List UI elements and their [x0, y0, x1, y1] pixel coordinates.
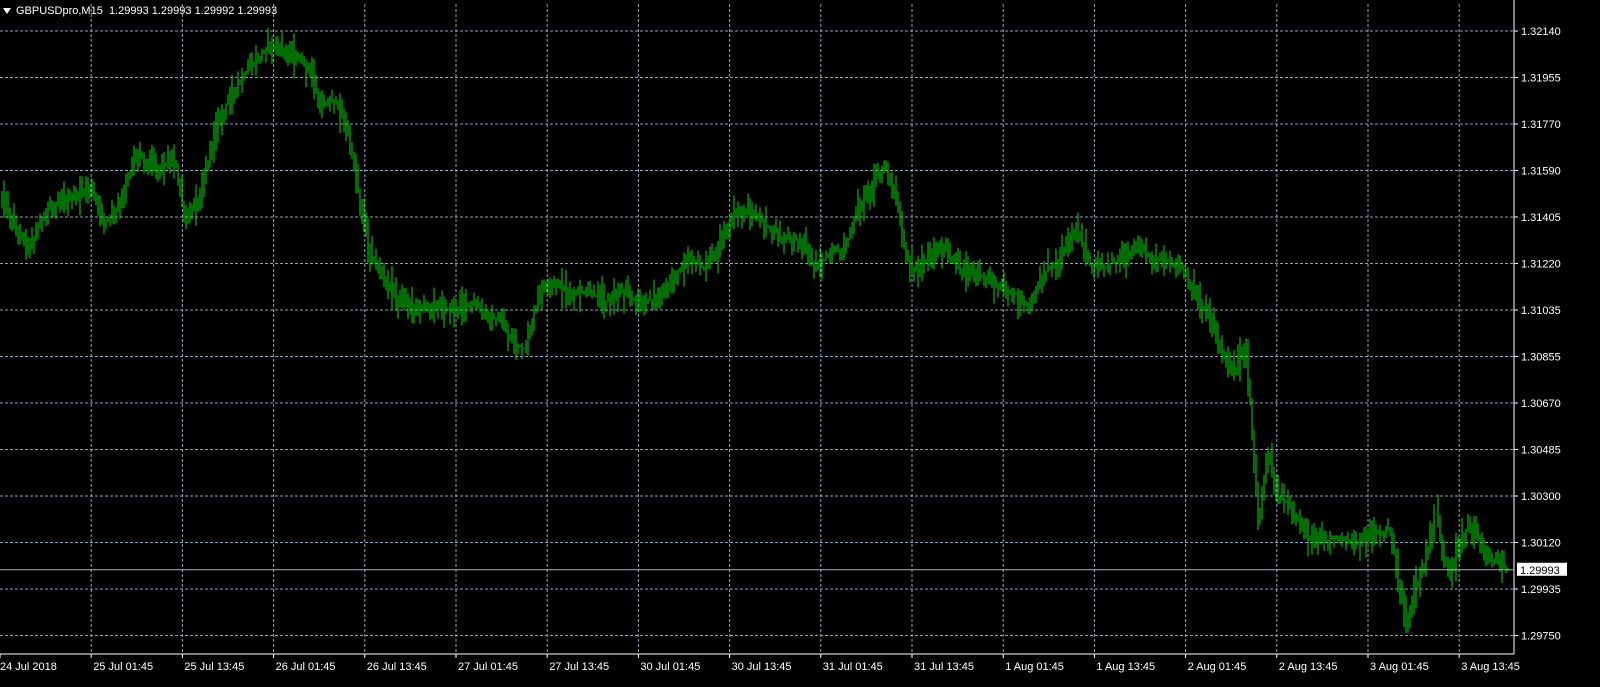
y-tick-label: 1.31955 [1521, 73, 1561, 85]
price-chart[interactable]: 1.32140 1.31955 1.31770 1.31590 1.31405 1.312… [0, 0, 1600, 687]
y-tick-label: 1.31405 [1521, 212, 1561, 224]
y-tick-label: 1.31590 [1521, 166, 1561, 178]
y-tick-label: 1.29935 [1521, 584, 1561, 596]
x-tick-label: 26 Jul 13:45 [367, 661, 427, 673]
bid-price-label: 1.29993 [1520, 565, 1560, 577]
y-tick-label: 1.31035 [1521, 305, 1561, 317]
x-tick-label: 2 Aug 13:45 [1279, 661, 1338, 673]
chart-menu-triangle-icon[interactable] [3, 8, 11, 14]
y-tick-label: 1.29750 [1521, 631, 1561, 643]
x-tick-label: 3 Aug 01:45 [1370, 661, 1429, 673]
x-tick-label: 30 Jul 13:45 [732, 661, 792, 673]
x-tick-label: 30 Jul 01:45 [640, 661, 700, 673]
y-tick-label: 1.30485 [1521, 445, 1561, 457]
chart-window[interactable]: 1.32140 1.31955 1.31770 1.31590 1.31405 1.312… [0, 0, 1600, 687]
y-tick-label: 1.30855 [1521, 352, 1561, 364]
x-tick-label: 25 Jul 01:45 [93, 661, 153, 673]
x-tick-label: 27 Jul 13:45 [549, 661, 609, 673]
x-tick-label: 1 Aug 13:45 [1096, 661, 1155, 673]
x-tick-label: 1 Aug 01:45 [1005, 661, 1064, 673]
x-tick-label: 31 Jul 01:45 [823, 661, 883, 673]
symbol-timeframe: GBPUSDpro,M15 [16, 5, 103, 17]
grid [0, 4, 1514, 654]
x-tick-label: 31 Jul 13:45 [914, 661, 974, 673]
y-tick-label: 1.31220 [1521, 259, 1561, 271]
x-tick-label: 3 Aug 13:45 [1461, 661, 1520, 673]
chart-header: GBPUSDpro,M15 1.29993 1.29993 1.29992 1.… [2, 5, 277, 17]
y-tick-label: 1.32140 [1521, 26, 1561, 38]
ohlc-values: 1.29993 1.29993 1.29992 1.29993 [108, 5, 278, 17]
x-tick-label: 27 Jul 01:45 [458, 661, 518, 673]
y-tick-label: 1.30300 [1521, 491, 1561, 503]
y-tick-label: 1.31770 [1521, 119, 1561, 131]
x-tick-label: 2 Aug 01:45 [1188, 661, 1247, 673]
y-tick-label: 1.30120 [1521, 538, 1561, 550]
x-tick-label: 26 Jul 01:45 [276, 661, 336, 673]
y-tick-label: 1.30670 [1521, 398, 1561, 410]
x-tick-label: 24 Jul 2018 [0, 661, 57, 673]
x-tick-label: 25 Jul 13:45 [184, 661, 244, 673]
axes: 1.32140 1.31955 1.31770 1.31590 1.31405 1.312… [0, 0, 1567, 673]
